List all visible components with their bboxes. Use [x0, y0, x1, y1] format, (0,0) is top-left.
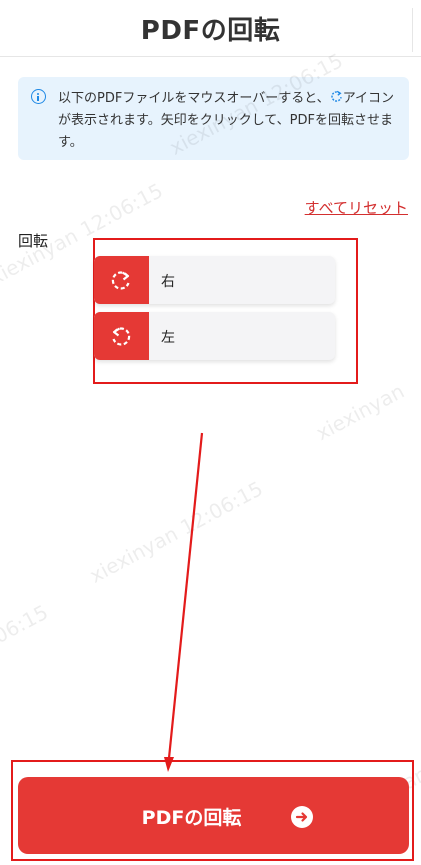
rotate-counterclockwise-icon: [112, 327, 131, 346]
header-divider: [412, 8, 413, 52]
rotate-clockwise-icon: [111, 271, 130, 290]
rotate-left-icon-container: [94, 312, 149, 360]
rotate-right-button[interactable]: 右: [94, 256, 335, 304]
rotate-right-label: 右: [161, 274, 175, 290]
info-text: 以下のPDFファイルをマウスオーバーすると、 アイコンが表示されます。矢印をクリッ…: [58, 88, 403, 154]
info-text-part1: 以下のPDFファイルをマウスオーバーすると、: [58, 91, 330, 106]
watermark: xiexinyan 12:06:15: [85, 476, 267, 588]
rotate-pdf-button[interactable]: PDFの回転: [18, 777, 409, 854]
rotate-right-icon-container: [94, 256, 149, 304]
rotate-left-button[interactable]: 左: [94, 312, 335, 360]
info-banner: 以下のPDFファイルをマウスオーバーすると、 アイコンが表示されます。矢印をクリッ…: [18, 77, 409, 160]
arrow-right-circle-icon: [291, 806, 313, 828]
reset-all-link[interactable]: すべてリセット: [305, 197, 408, 218]
watermark: 06:15: [0, 599, 52, 649]
info-icon: [31, 89, 46, 104]
rotate-left-label: 左: [161, 330, 175, 346]
watermark: xiexinyan: [311, 378, 409, 446]
rotate-icon: [330, 90, 342, 102]
page-header: PDFの回転: [0, 0, 421, 57]
page-title: PDFの回転: [140, 16, 281, 46]
rotation-label: 回転: [18, 232, 49, 250]
